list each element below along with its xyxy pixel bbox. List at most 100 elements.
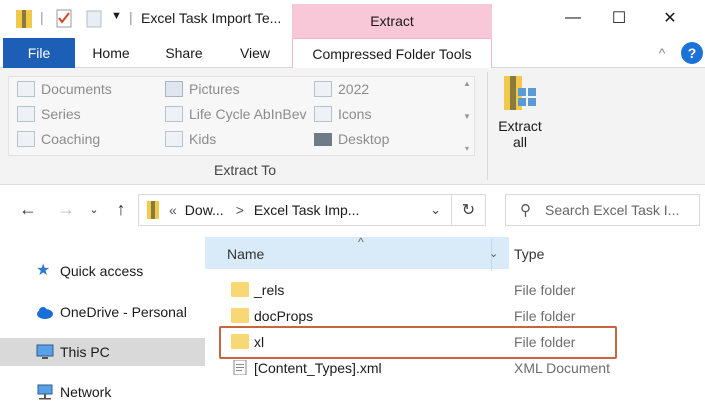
breadcrumb-separator[interactable]: >: [236, 202, 244, 218]
gallery-item-pictures[interactable]: Pictures: [165, 78, 240, 100]
address-dropdown-icon[interactable]: ⌄: [430, 202, 441, 218]
extract-all-button[interactable]: Extract all: [492, 74, 548, 160]
breadcrumb-downloads[interactable]: Dow...: [185, 202, 224, 218]
tab-file[interactable]: File: [3, 38, 75, 68]
cloud-icon: [37, 307, 53, 319]
nav-label: OneDrive - Personal: [60, 304, 187, 320]
folder-icon: [17, 131, 35, 147]
gallery-item-documents[interactable]: Documents: [17, 78, 112, 100]
gallery-item-label: Series: [41, 106, 81, 122]
customize-toolbar-icon[interactable]: ▼: [111, 10, 122, 22]
title-separator: |: [129, 9, 133, 25]
column-filter-dropdown-icon[interactable]: ⌄: [489, 247, 498, 260]
recent-locations-icon[interactable]: ⌄: [86, 197, 102, 221]
new-folder-icon[interactable]: [86, 8, 102, 28]
column-header-type[interactable]: Type: [514, 246, 544, 262]
title-separator: |: [40, 9, 44, 25]
folder-icon: [231, 282, 249, 297]
up-icon[interactable]: ↑: [109, 197, 133, 221]
file-row[interactable]: _rels File folder: [205, 278, 705, 304]
xml-file-icon: [233, 360, 247, 375]
ribbon-tabs: File Home Share View Compressed Folder T…: [0, 38, 705, 69]
search-icon: ⚲: [520, 202, 531, 219]
nav-quick-access[interactable]: ★ Quick access: [0, 257, 205, 285]
pictures-icon: [165, 81, 183, 97]
search-placeholder: Search Excel Task I...: [545, 202, 680, 218]
ribbon-panel: Documents Pictures 2022 Series Life Cycl…: [0, 68, 705, 185]
group-label-extract-to: Extract To: [214, 162, 276, 178]
star-icon: ★: [36, 262, 51, 279]
extract-context-header: Extract: [292, 4, 492, 38]
address-bar[interactable]: « Dow... > Excel Task Imp... ⌄: [138, 194, 452, 226]
gallery-scrollbar[interactable]: ▲ ▼ ▾: [460, 77, 474, 155]
minimize-button[interactable]: —: [558, 6, 588, 30]
nav-onedrive[interactable]: OneDrive - Personal: [0, 298, 205, 326]
file-name: _rels: [254, 282, 285, 298]
collapse-ribbon-icon[interactable]: ^: [652, 38, 672, 68]
gallery-item-kids[interactable]: Kids: [165, 128, 216, 150]
computer-icon: [36, 344, 54, 359]
folder-icon: [314, 81, 332, 97]
column-header-name[interactable]: ^ Name ⌄: [205, 235, 509, 271]
ribbon-divider: [487, 72, 488, 180]
gallery-item-desktop[interactable]: Desktop: [314, 128, 389, 150]
nav-this-pc[interactable]: This PC: [0, 338, 205, 366]
gallery-item-life-cycle[interactable]: Life Cycle AbInBev: [165, 103, 307, 125]
help-icon[interactable]: ?: [681, 42, 703, 64]
tab-view[interactable]: View: [222, 38, 288, 68]
folder-icon: [17, 106, 35, 122]
gallery-item-2022[interactable]: 2022: [314, 78, 369, 100]
forward-icon[interactable]: →: [54, 197, 78, 221]
file-type: File folder: [514, 308, 576, 324]
navigation-bar: ← → ⌄ ↑ « Dow... > Excel Task Imp... ⌄ ↻…: [0, 185, 705, 235]
extract-to-gallery: Documents Pictures 2022 Series Life Cycl…: [8, 76, 475, 156]
gallery-item-label: Documents: [41, 81, 112, 97]
gallery-item-icons[interactable]: Icons: [314, 103, 371, 125]
tab-home[interactable]: Home: [78, 38, 144, 68]
gallery-expand-icon[interactable]: ▾: [465, 144, 469, 153]
maximize-button[interactable]: ☐: [604, 6, 634, 30]
folder-icon: [165, 106, 183, 122]
gallery-item-label: 2022: [338, 81, 370, 97]
nav-network[interactable]: Network: [0, 378, 205, 406]
gallery-item-coaching[interactable]: Coaching: [17, 128, 100, 150]
scroll-up-icon[interactable]: ▲: [463, 79, 471, 88]
search-input[interactable]: ⚲ Search Excel Task I...: [505, 194, 700, 226]
tab-share[interactable]: Share: [150, 38, 218, 68]
file-list: ^ Name ⌄ Type _rels File folder docProps…: [205, 235, 705, 408]
extract-all-label-2: all: [512, 134, 527, 150]
gallery-item-label: Coaching: [41, 131, 101, 147]
folder-icon: [231, 308, 249, 323]
sort-ascending-icon: ^: [358, 235, 364, 249]
gallery-item-label: Life Cycle AbInBev: [189, 106, 307, 122]
nav-label: Network: [60, 384, 112, 400]
properties-icon[interactable]: [56, 8, 72, 28]
window-title: Excel Task Import Te...: [141, 10, 282, 26]
title-bar: | ▼ | Excel Task Import Te... Extract — …: [0, 0, 705, 38]
gallery-item-label: Icons: [338, 106, 372, 122]
zip-folder-icon: [147, 201, 159, 219]
refresh-icon[interactable]: ↻: [452, 194, 486, 226]
breadcrumb-current[interactable]: Excel Task Imp...: [254, 202, 360, 218]
scroll-down-icon[interactable]: ▼: [463, 112, 471, 121]
column-name-label: Name: [227, 246, 265, 262]
extract-all-icon: [504, 76, 536, 110]
breadcrumb-overflow[interactable]: «: [169, 202, 177, 218]
file-name: docProps: [254, 308, 314, 324]
file-name: [Content_Types].xml: [254, 360, 382, 376]
folder-icon: [165, 131, 183, 147]
close-button[interactable]: ✕: [655, 6, 685, 30]
gallery-item-series[interactable]: Series: [17, 103, 81, 125]
file-row[interactable]: [Content_Types].xml XML Document: [205, 356, 705, 382]
extract-all-label-1: Extract: [498, 118, 542, 134]
nav-label: Quick access: [60, 263, 144, 279]
folder-icon: [314, 106, 332, 122]
tab-compressed-folder-tools[interactable]: Compressed Folder Tools: [292, 38, 492, 69]
nav-label: This PC: [60, 344, 110, 360]
zip-folder-icon[interactable]: [16, 8, 32, 28]
file-type: XML Document: [514, 360, 610, 376]
gallery-item-label: Kids: [189, 131, 217, 147]
highlight-annotation: [219, 326, 617, 359]
network-icon: [37, 384, 53, 400]
back-icon[interactable]: ←: [16, 197, 40, 221]
